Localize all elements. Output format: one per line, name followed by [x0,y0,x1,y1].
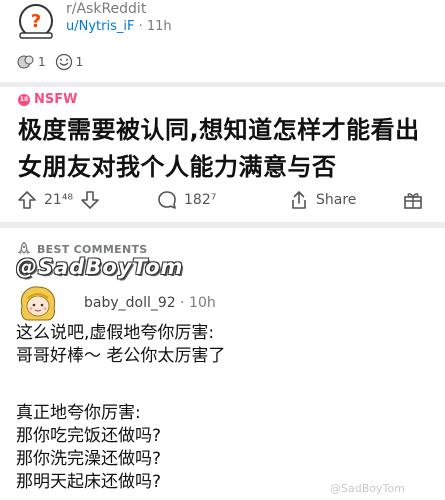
share-icon [292,191,306,209]
comment-text-line: 那明天起床还做吗? [16,472,162,492]
award-laugh[interactable]: 1 [54,52,84,72]
downvote-arrow-icon[interactable] [79,189,101,211]
post-title[interactable]: 极度需要被认同,想知道怎样才能看出女朋友对我个人能力满意与否 [18,112,433,186]
cartoon-girl-avatar-icon [20,286,56,321]
nsfw-label: NSFW [34,92,78,107]
share-label: Share [316,192,357,208]
award-hug[interactable]: 1 [16,52,46,72]
divider [0,82,445,87]
post-meta: u/Nytris_iF · 11h [66,19,172,35]
comment-text-line: 这么说吧,虚假地夸你厉害: [16,323,215,343]
vote-controls: 21⁴⁸ [16,184,101,216]
nsfw-icon: 18 [18,93,30,106]
divider [0,222,445,228]
award-count: 1 [75,55,84,69]
corner-watermark: @SadBoyTom [330,482,405,495]
meta-separator: · [180,295,185,311]
comment-age: 10h [189,295,216,311]
meta-separator: · [138,19,143,34]
comment-text-line: 真正地夸你厉害: [16,403,141,423]
comment-author[interactable]: baby_doll_92 [84,295,176,311]
share-button[interactable]: Share [288,184,356,216]
nsfw-tag: 18 NSFW [18,92,77,107]
subreddit-avatar[interactable]: ? [16,1,56,41]
subreddit-name[interactable]: r/AskReddit [66,1,146,17]
post-action-bar: 21⁴⁸ 182⁷ Share [16,184,434,216]
laugh-award-icon [55,53,72,71]
comment-text-line: 那你洗完澡还做吗? [16,449,162,469]
post-age: 11h [146,19,172,34]
upvote-arrow-icon[interactable] [16,189,38,211]
comment-text-line: 哥哥好棒～ 老公你太厉害了 [16,346,226,366]
post-author-link[interactable]: u/Nytris_iF [66,19,134,34]
comment-text-line: 那你吃完饭还做吗? [16,426,162,446]
askreddit-icon: ? [19,4,53,39]
awards-row[interactable]: 1 1 [16,52,83,72]
hug-award-icon [17,55,34,69]
commenter-avatar[interactable] [16,284,60,324]
comment-count: 182⁷ [184,192,217,208]
vote-count: 21⁴⁸ [44,192,74,208]
award-count: 1 [38,55,46,69]
give-award-button[interactable] [402,184,424,216]
gift-icon [404,193,422,209]
comment-meta: baby_doll_92 · 10h [84,295,216,311]
watermark-banner: @SadBoyTom [16,255,184,279]
comment-bubble-icon [158,191,176,209]
comments-button[interactable]: 182⁷ [156,184,216,216]
svg-text:?: ? [31,11,41,32]
comment-sort-label: BEST COMMENTS [37,242,148,256]
